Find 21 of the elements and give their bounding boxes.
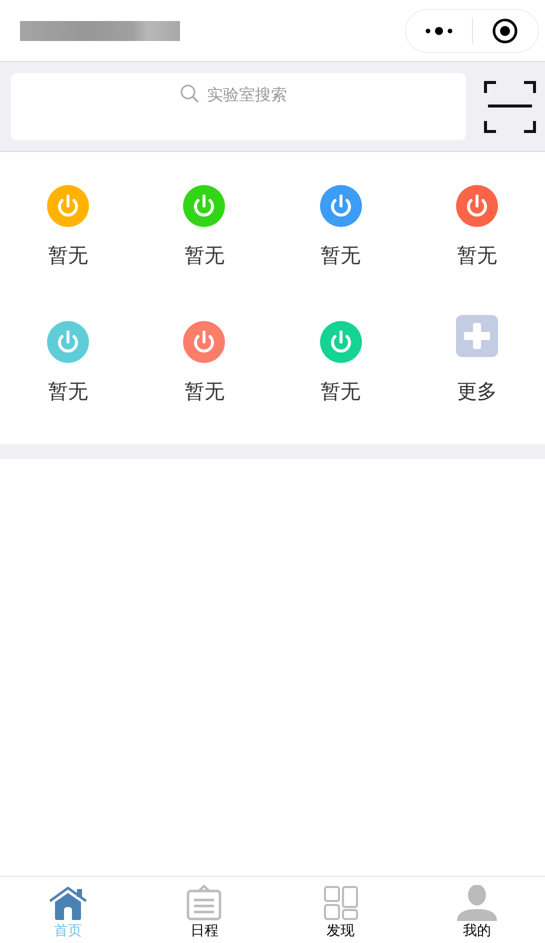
shortcut-item[interactable]: 暂无 [408,184,545,270]
plus-icon [456,315,498,357]
close-icon[interactable] [492,18,518,44]
home-icon [48,885,88,921]
shortcut-item[interactable]: 暂无 [272,184,409,270]
tab-item[interactable]: 发现 [272,877,409,943]
search-icon [180,84,199,103]
shortcut-item[interactable]: 暂无 [136,320,272,406]
tab-item[interactable]: 日程 [136,877,272,943]
shortcut-item[interactable]: 暂无 [0,320,136,406]
clipboard-icon [186,885,222,921]
shortcut-item[interactable]: 暂无 [272,320,409,406]
search-bar[interactable]: 实验室搜索 [11,73,466,140]
more-icon[interactable] [424,26,453,36]
grid-icon [322,885,359,921]
shortcut-item[interactable]: 暂无 [136,184,272,270]
person-icon [456,885,497,921]
tab-item[interactable]: 我的 [408,877,545,943]
scan-icon[interactable] [484,80,536,132]
shortcut-item[interactable]: 暂无 [0,184,136,270]
shortcut-item[interactable]: 更多 [408,320,545,406]
